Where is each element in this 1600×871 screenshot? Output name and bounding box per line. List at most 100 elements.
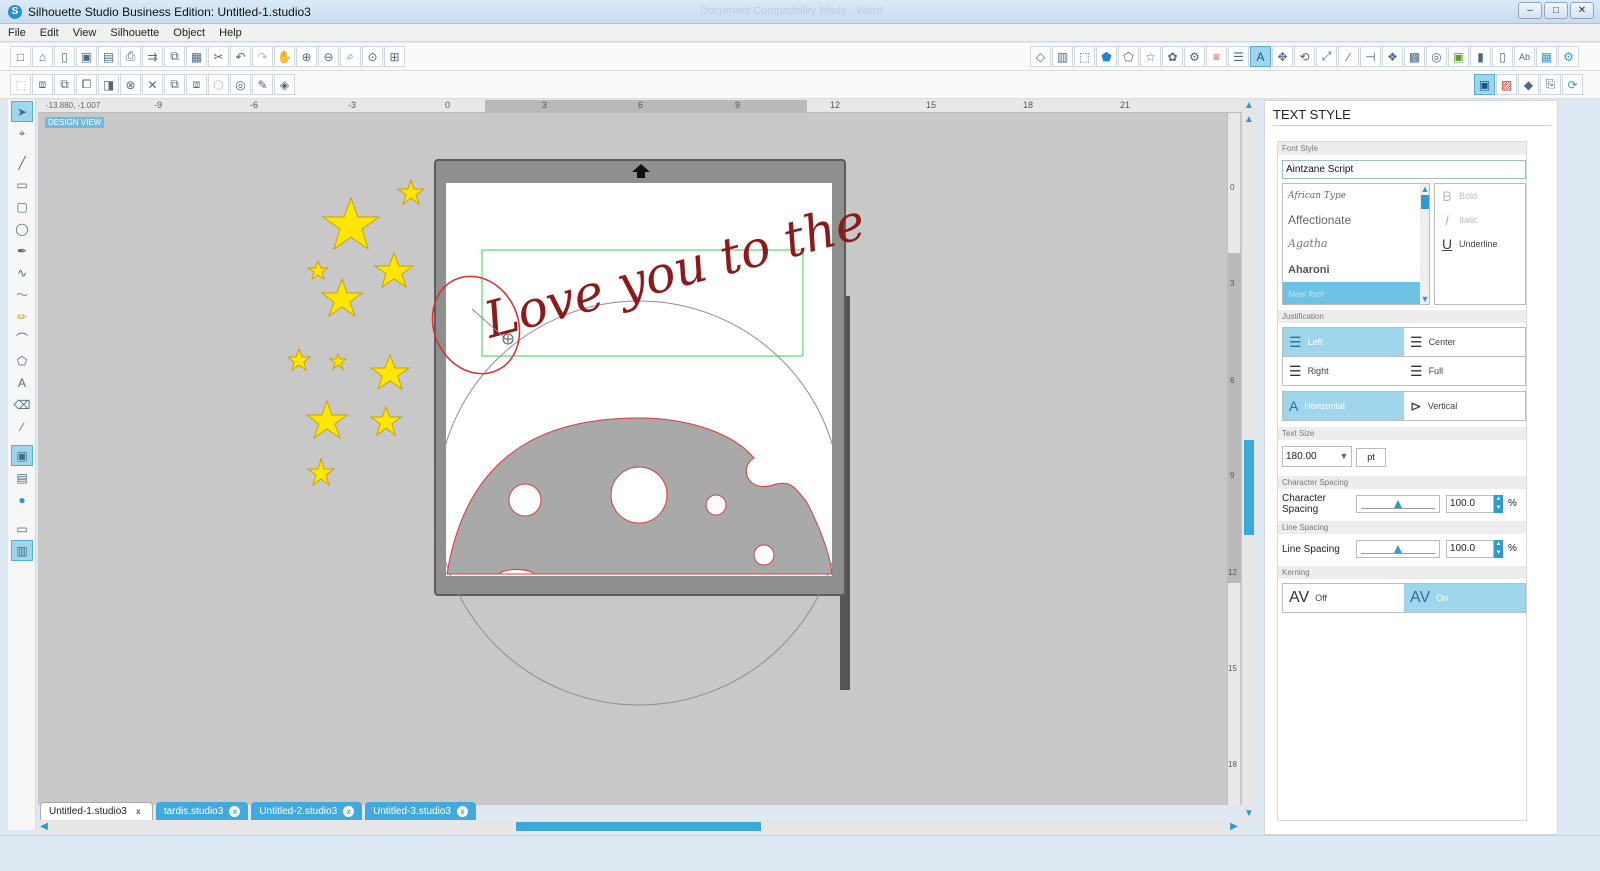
split-page-view-icon[interactable]: ▥ (11, 540, 33, 561)
close-tab-icon[interactable]: x (343, 805, 355, 817)
edit-points-icon[interactable]: ⌖ (11, 123, 33, 144)
release-compound-icon[interactable]: ⧠ (76, 74, 97, 95)
justify-center-button[interactable]: ☰ Center (1404, 328, 1525, 356)
line-tool-icon[interactable]: ╱ (11, 152, 33, 173)
font-list[interactable]: African Type Affectionate Agatha Aharoni… (1282, 183, 1430, 305)
text-style-icon[interactable]: A (1250, 46, 1271, 67)
zoom-in-icon[interactable]: ⊕ (296, 46, 317, 67)
horizontal-scroll-thumb[interactable] (516, 822, 761, 831)
design-canvas[interactable]: Love you to the (38, 113, 1242, 805)
gear-shape-icon[interactable]: ⚙ (1184, 46, 1205, 67)
list-scroll-thumb[interactable] (1421, 195, 1429, 209)
menu-view[interactable]: View (73, 27, 97, 39)
save-as-icon[interactable]: ▤ (98, 46, 119, 67)
rotate-icon[interactable]: ⟲ (1294, 46, 1315, 67)
zoom-drag-icon[interactable]: ⊙ (362, 46, 383, 67)
bold-toggle[interactable]: B Bold (1435, 184, 1525, 208)
scroll-right-arrow-icon[interactable]: ▶ (1228, 820, 1240, 833)
send-to-cutter-icon[interactable]: ⇉ (142, 46, 163, 67)
bring-to-front-icon[interactable]: ◨ (98, 74, 119, 95)
library-icon[interactable]: ▮ (1470, 46, 1491, 67)
minimize-button[interactable]: – (1518, 2, 1542, 19)
new-document-icon[interactable]: ▯ (54, 46, 75, 67)
new-page-icon[interactable]: □ (10, 46, 31, 67)
slider-knob[interactable] (1394, 545, 1402, 553)
pen-sketch-icon[interactable]: ∕ (1338, 46, 1359, 67)
vertical-scroll-thumb[interactable] (1244, 440, 1254, 535)
offset-icon[interactable]: ◎ (1426, 46, 1447, 67)
underline-toggle[interactable]: U Underline (1435, 232, 1525, 256)
justify-right-button[interactable]: ☰ Right (1283, 357, 1404, 385)
design-view-icon[interactable]: ▣ (11, 445, 33, 466)
scroll-up-arrow-icon[interactable]: ▲ (1243, 114, 1255, 126)
tab-untitled-2[interactable]: Untitled-2.studio3 x (251, 802, 363, 820)
line-style-icon[interactable]: ☰ (1228, 46, 1249, 67)
ungroup-icon[interactable]: ⧈ (32, 74, 53, 95)
close-button[interactable]: ✕ (1570, 2, 1594, 19)
character-spacing-input[interactable]: 100.0 (1446, 495, 1494, 513)
zoom-out-icon[interactable]: ⊖ (318, 46, 339, 67)
character-spacing-spinner[interactable]: ▲ ▼ (1494, 495, 1503, 513)
line-spacing-input[interactable]: 100.0 (1446, 540, 1494, 558)
knife-tool-icon[interactable]: ∕ (11, 416, 33, 437)
vertical-text-button[interactable]: ⊳ Vertical (1404, 392, 1525, 420)
ab-text-icon[interactable]: Ab (1514, 46, 1535, 67)
library-book-icon[interactable]: ▤ (11, 467, 33, 488)
menu-edit[interactable]: Edit (40, 27, 59, 39)
scroll-left-arrow-icon[interactable]: ◀ (38, 820, 50, 833)
delete-icon[interactable]: ✕ (142, 74, 163, 95)
order-front-icon[interactable]: ⧉ (164, 74, 185, 95)
font-list-item[interactable]: African Type (1283, 184, 1429, 208)
rectangle-tool-icon[interactable]: ▭ (11, 174, 33, 195)
menu-help[interactable]: Help (219, 27, 242, 39)
settings-gear-icon[interactable]: ⚙ (1558, 46, 1579, 67)
list-up-arrow-icon[interactable]: ▲ (1420, 184, 1429, 194)
paste-icon[interactable]: ▦ (186, 46, 207, 67)
eyedropper-icon[interactable]: ✎ (252, 74, 273, 95)
kerning-on-button[interactable]: AV On (1404, 584, 1525, 612)
font-list-item[interactable]: Agatha (1283, 232, 1429, 258)
fill-color-icon[interactable]: ⬟ (1096, 46, 1117, 67)
menu-object[interactable]: Object (173, 27, 205, 39)
curve-tool-icon[interactable]: ∿ (11, 262, 33, 283)
scale-icon[interactable]: ⤢ (1316, 46, 1337, 67)
pointer-icon[interactable]: ➤ (11, 101, 33, 122)
group-icon[interactable]: ⬚ (10, 74, 31, 95)
weld-icon[interactable]: ⊗ (120, 74, 141, 95)
tab-untitled-3[interactable]: Untitled-3.studio3 x (365, 802, 476, 820)
font-name-field[interactable]: Aintzane Script (1282, 160, 1526, 179)
refresh-icon[interactable]: ⟳ (1562, 74, 1583, 95)
registration-marks-icon[interactable]: ⬚ (1074, 46, 1095, 67)
font-list-scrollbar[interactable]: ▲ ▼ (1420, 184, 1429, 304)
pixscan-icon[interactable]: ▨ (1496, 74, 1517, 95)
scroll-up-arrow-icon[interactable]: ▲ (1243, 100, 1255, 112)
select-mode-icon[interactable]: ▣ (1474, 74, 1495, 95)
align-icon[interactable]: ⊣ (1360, 46, 1381, 67)
font-list-item[interactable]: Aharoni (1283, 258, 1429, 282)
redo-icon[interactable]: ↷ (252, 46, 273, 67)
offset-circle-icon[interactable]: ◎ (230, 74, 251, 95)
star-shape-icon[interactable]: ☆ (1140, 46, 1161, 67)
horizontal-scrollbar[interactable]: ◀ ▶ (38, 820, 1242, 833)
list-down-arrow-icon[interactable]: ▼ (1420, 294, 1429, 304)
line-spacing-slider[interactable] (1356, 540, 1440, 558)
moon-shape[interactable] (446, 417, 833, 575)
eraser-tool-icon[interactable]: ◆ (1518, 74, 1539, 95)
make-compound-icon[interactable]: ⧉ (54, 74, 75, 95)
grid-settings-icon[interactable]: ▥ (1052, 46, 1073, 67)
freehand-tool-icon[interactable]: 〜 (11, 284, 33, 305)
order-back-icon[interactable]: ⧈ (186, 74, 207, 95)
open-folder-icon[interactable]: ⌂ (32, 46, 53, 67)
stars-group[interactable] (286, 178, 426, 487)
text-tool-icon[interactable]: A (11, 372, 33, 393)
menu-file[interactable]: File (8, 27, 26, 39)
flower-shape-icon[interactable]: ✿ (1162, 46, 1183, 67)
text-size-dropdown-icon[interactable]: ▼ (1336, 446, 1352, 467)
zoom-selection-icon[interactable]: ⌕ (340, 46, 361, 67)
replicate-icon[interactable]: ❖ (1382, 46, 1403, 67)
send-silhouette-icon[interactable]: ⎘ (1540, 74, 1561, 95)
trace-icon[interactable]: ▣ (1448, 46, 1469, 67)
save-icon[interactable]: ▣ (76, 46, 97, 67)
ruler-grid-icon[interactable]: ▦ (1536, 46, 1557, 67)
justify-full-button[interactable]: ☰ Full (1404, 357, 1525, 385)
